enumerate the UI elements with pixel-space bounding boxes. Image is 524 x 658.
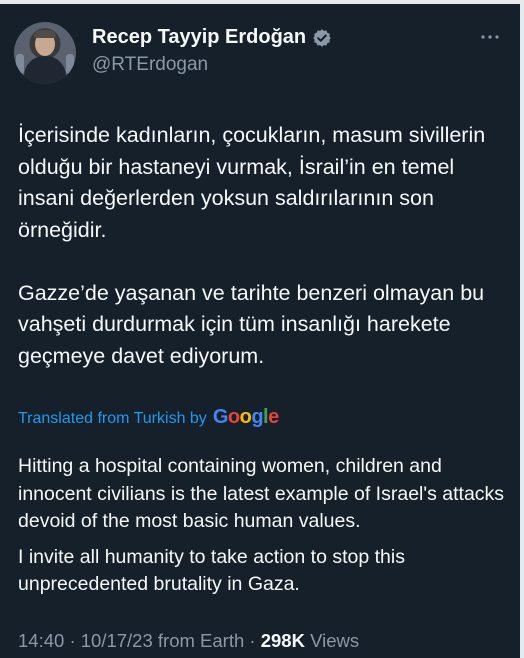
tweet-time[interactable]: 14:40 <box>18 630 64 651</box>
translation-paragraph: I invite all humanity to take action to … <box>18 545 405 596</box>
translated-text: Hitting a hospital containing women, chi… <box>18 453 508 607</box>
tweet-meta: 14:40 · 10/17/23 from Earth · 298K Views <box>18 630 359 652</box>
views-label: Views <box>310 630 360 651</box>
tweet-text: İçerisinde kadınların, çocukların, masum… <box>18 120 508 404</box>
tweet-date[interactable]: 10/17/23 <box>81 630 153 651</box>
meta-separator: · <box>69 630 76 651</box>
author-name[interactable]: Recep Tayyip Erdoğan <box>92 26 306 49</box>
window-right-border <box>520 0 524 658</box>
tweet-card: Recep Tayyip Erdoğan @RTErdogan İçerisin… <box>0 4 520 658</box>
tweet-paragraph: Gazze’de yaşanan ve tarihte benzeri olma… <box>18 280 485 368</box>
author-handle[interactable]: @RTErdogan <box>92 54 208 76</box>
verified-badge-icon <box>313 28 331 47</box>
translation-paragraph: Hitting a hospital containing women, chi… <box>18 455 505 532</box>
views-count[interactable]: 298K <box>261 630 305 651</box>
tweet-paragraph: İçerisinde kadınların, çocukların, masum… <box>18 123 486 242</box>
avatar-background-figure <box>66 54 74 74</box>
meta-separator: · <box>249 630 256 651</box>
tweet-source: from Earth <box>157 630 245 651</box>
avatar-hair <box>34 30 56 38</box>
avatar-suit <box>24 56 66 84</box>
translation-label: Translated from Turkish by <box>18 410 207 427</box>
translation-attribution[interactable]: Translated from Turkish by Google <box>18 406 279 429</box>
google-logo: Google <box>212 406 279 428</box>
author-name-row[interactable]: Recep Tayyip Erdoğan <box>92 26 332 49</box>
more-horizontal-icon[interactable] <box>478 28 502 46</box>
avatar-background-figure <box>16 54 24 74</box>
avatar[interactable] <box>14 22 76 84</box>
